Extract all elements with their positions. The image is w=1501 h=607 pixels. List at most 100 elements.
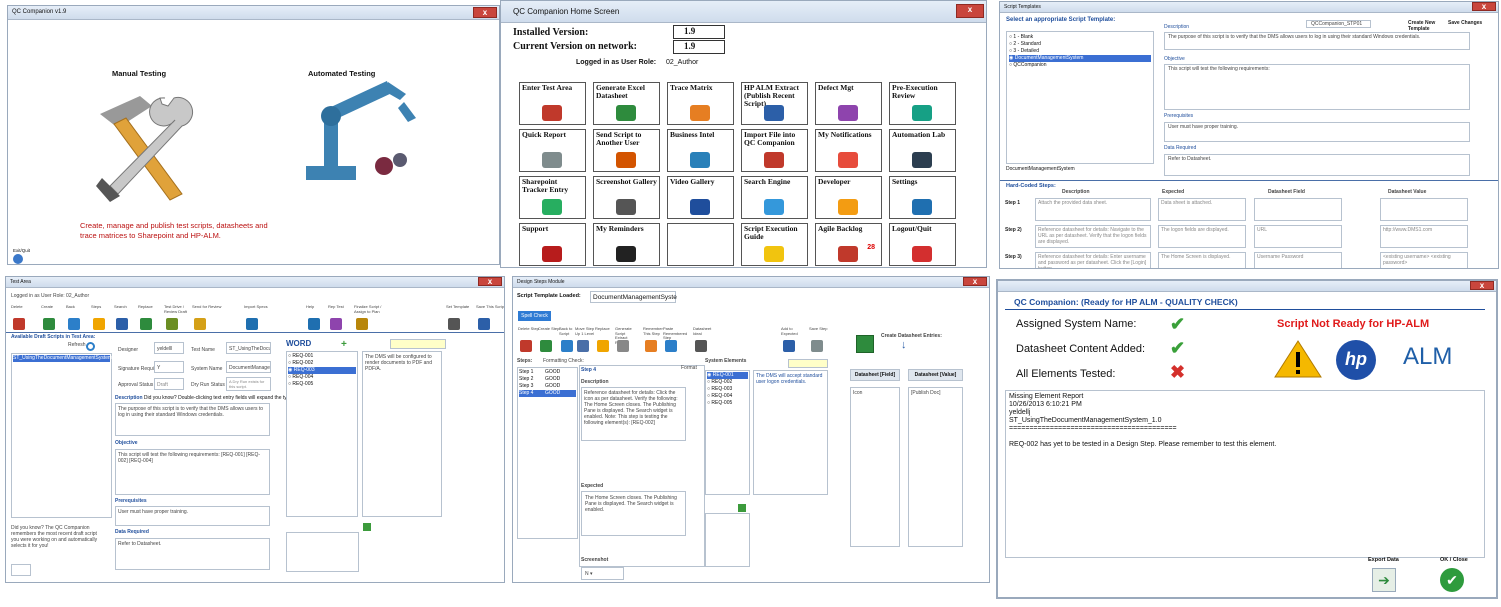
- datasheet-value-cell[interactable]: [Publish Doc]: [908, 387, 963, 547]
- toolbar-button-help[interactable]: [308, 318, 320, 330]
- requirement-item-selected[interactable]: ◉ REQ-001: [707, 372, 748, 379]
- step-description-field[interactable]: Reference datasheet for details: Navigat…: [1035, 225, 1151, 248]
- requirement-item[interactable]: ○ REQ-002: [707, 379, 748, 386]
- toolbar-button-create-step[interactable]: [540, 340, 552, 352]
- toolbar-button-replace[interactable]: [597, 340, 609, 352]
- tile-sharepoint-tracker-entry[interactable]: Sharepoint Tracker Entry: [519, 176, 586, 219]
- search-elements-input[interactable]: [390, 339, 446, 349]
- robot-arm-icon[interactable]: [296, 78, 426, 188]
- template-option[interactable]: ○ QCCompanion: [1009, 62, 1151, 69]
- tile-my-notifications[interactable]: My Notifications: [815, 129, 882, 172]
- toolbar-button-create[interactable]: [43, 318, 55, 330]
- tile-screenshot-gallery[interactable]: Screenshot Gallery: [593, 176, 660, 219]
- toolbar-button-move-step-up-1-level[interactable]: [577, 340, 589, 352]
- tools-icon[interactable]: [80, 86, 195, 206]
- step-row[interactable]: Step 2 GOOD: [519, 376, 576, 383]
- step-expected-field[interactable]: The Home Screen is displayed.: [1158, 252, 1246, 268]
- dry-run-field[interactable]: A Dry Run exists for this script.: [226, 377, 271, 391]
- toolbar-button-delete[interactable]: [13, 318, 25, 330]
- step-description-field[interactable]: Reference datasheet for details: Enter u…: [1035, 252, 1151, 268]
- tile-defect-mgt[interactable]: Defect Mgt: [815, 82, 882, 125]
- step-row[interactable]: Step 1 GOOD: [519, 369, 576, 376]
- toolbar-button-replace[interactable]: [140, 318, 152, 330]
- template-option[interactable]: ○ 2 - Standard: [1009, 41, 1151, 48]
- status-field[interactable]: [11, 564, 31, 576]
- arrow-down-icon[interactable]: ↓: [901, 340, 907, 351]
- close-button[interactable]: x: [956, 4, 984, 18]
- description-field[interactable]: The purpose of this script is to verify …: [1164, 32, 1470, 50]
- notes-box[interactable]: [286, 532, 359, 572]
- step-row[interactable]: Step 4 GOOD: [519, 390, 576, 397]
- requirement-item[interactable]: ○ REQ-003: [707, 386, 748, 393]
- step-row[interactable]: Step 3 GOOD: [519, 383, 576, 390]
- excel-icon[interactable]: [856, 335, 874, 353]
- notes-box[interactable]: [705, 513, 750, 567]
- spell-check-button[interactable]: Spell Check: [518, 311, 551, 321]
- tile-developer[interactable]: Developer: [815, 176, 882, 219]
- tile-empty[interactable]: [667, 223, 734, 266]
- tile-automation-lab[interactable]: Automation Lab: [889, 129, 956, 172]
- toolbar-button-steps[interactable]: [93, 318, 105, 330]
- toolbar-button-import-specs[interactable]: [246, 318, 258, 330]
- template-option-selected[interactable]: ◉ DocumentManagementSystem: [1009, 55, 1151, 62]
- exit-button[interactable]: [13, 254, 23, 264]
- ok-close-button[interactable]: ✔: [1440, 568, 1464, 592]
- template-option[interactable]: ○ 3 - Detailed: [1009, 48, 1151, 55]
- system-name-field[interactable]: DocumentManagementSys: [226, 361, 271, 373]
- requirement-item[interactable]: ○ REQ-001: [288, 353, 356, 360]
- script-id-field[interactable]: QCCompanion_STP01: [1306, 20, 1371, 28]
- toolbar-button-datasheet-ideal[interactable]: [695, 340, 707, 352]
- toolbar-button-back[interactable]: [68, 318, 80, 330]
- tile-search-engine[interactable]: Search Engine: [741, 176, 808, 219]
- prerequisites-field[interactable]: User must have proper training.: [1164, 122, 1470, 142]
- tile-script-execution-guide[interactable]: Script Execution Guide: [741, 223, 808, 266]
- draft-script-item[interactable]: ST_UsingTheDocumentManagementSystem_1.0: [13, 355, 122, 362]
- toolbar-button-paste-remembered-step[interactable]: [665, 340, 677, 352]
- refresh-icon[interactable]: [86, 342, 95, 351]
- step-expected-field[interactable]: The logon fields are displayed.: [1158, 225, 1246, 248]
- step-datasheet-field-field[interactable]: Username Password: [1254, 252, 1342, 268]
- export-data-button[interactable]: ➔: [1372, 568, 1396, 592]
- prerequisites-field[interactable]: User must have proper training.: [115, 506, 270, 526]
- designer-field[interactable]: yeldelll: [154, 342, 184, 354]
- template-option[interactable]: ○ 1 - Blank: [1009, 34, 1151, 41]
- tile-generate-excel-datasheet[interactable]: Generate Excel Datasheet: [593, 82, 660, 125]
- toolbar-button-finalize-script-assign-to-plan[interactable]: [356, 318, 368, 330]
- template-loaded-field[interactable]: DocumentManagementSyste: [590, 291, 677, 303]
- step-datasheet-field-field[interactable]: [1254, 198, 1342, 221]
- tile-agile-backlog[interactable]: Agile Backlog 28: [815, 223, 882, 266]
- step-datasheet-field-field[interactable]: URL: [1254, 225, 1342, 248]
- tile-quick-report[interactable]: Quick Report: [519, 129, 586, 172]
- tile-hp-alm-extract-publish-recent-script[interactable]: HP ALM Extract (Publish Recent Script): [741, 82, 808, 125]
- datasheet-field-cell[interactable]: Icon: [850, 387, 900, 547]
- tile-settings[interactable]: Settings: [889, 176, 956, 219]
- requirement-item[interactable]: ○ REQ-004: [288, 374, 356, 381]
- requirement-item-selected[interactable]: ◉ REQ-003: [288, 367, 356, 374]
- data-required-field[interactable]: Refer to Datasheet.: [1164, 154, 1470, 176]
- toolbar-button-search[interactable]: [116, 318, 128, 330]
- toolbar-button-generate-script-extract-report[interactable]: [617, 340, 629, 352]
- toolbar-button-send-for-review[interactable]: [194, 318, 206, 330]
- close-button[interactable]: x: [963, 277, 987, 286]
- step-description-field[interactable]: Reference datasheet for details: Click t…: [581, 387, 686, 441]
- requirements-list[interactable]: ◉ REQ-001 ○ REQ-002 ○ REQ-003 ○ REQ-004 …: [705, 370, 750, 495]
- add-element-icon[interactable]: +: [341, 339, 347, 350]
- tile-import-file-into-qc-companion[interactable]: Import File into QC Companion: [741, 129, 808, 172]
- requirements-list[interactable]: ○ REQ-001 ○ REQ-002 ◉ REQ-003 ○ REQ-004 …: [286, 351, 358, 517]
- steps-list[interactable]: Step 1 GOOD Step 2 GOOD Step 3 GOOD Step 4 GOOD: [517, 367, 578, 539]
- close-button[interactable]: x: [1472, 2, 1496, 11]
- template-list[interactable]: ○ 1 - Blank ○ 2 - Standard ○ 3 - Detaile…: [1006, 31, 1154, 164]
- requirement-item[interactable]: ○ REQ-005: [707, 400, 748, 407]
- signature-field[interactable]: Y: [154, 361, 184, 373]
- objective-field[interactable]: This script will test the following requ…: [115, 449, 270, 495]
- toolbar-button-test-drive-review-draft[interactable]: [166, 318, 178, 330]
- tile-support[interactable]: Support: [519, 223, 586, 266]
- toolbar-button-save-step[interactable]: [811, 340, 823, 352]
- tile-send-script-to-another-user[interactable]: Send Script to Another User: [593, 129, 660, 172]
- tile-my-reminders[interactable]: My Reminders: [593, 223, 660, 266]
- expected-field[interactable]: The Home Screen closes. The Publishing P…: [581, 491, 686, 536]
- tile-logout-quit[interactable]: Logout/Quit: [889, 223, 956, 266]
- toolbar-button-back-to-script[interactable]: [561, 340, 573, 352]
- toolbar-button-remember-this-step[interactable]: [645, 340, 657, 352]
- close-button[interactable]: x: [1470, 281, 1494, 290]
